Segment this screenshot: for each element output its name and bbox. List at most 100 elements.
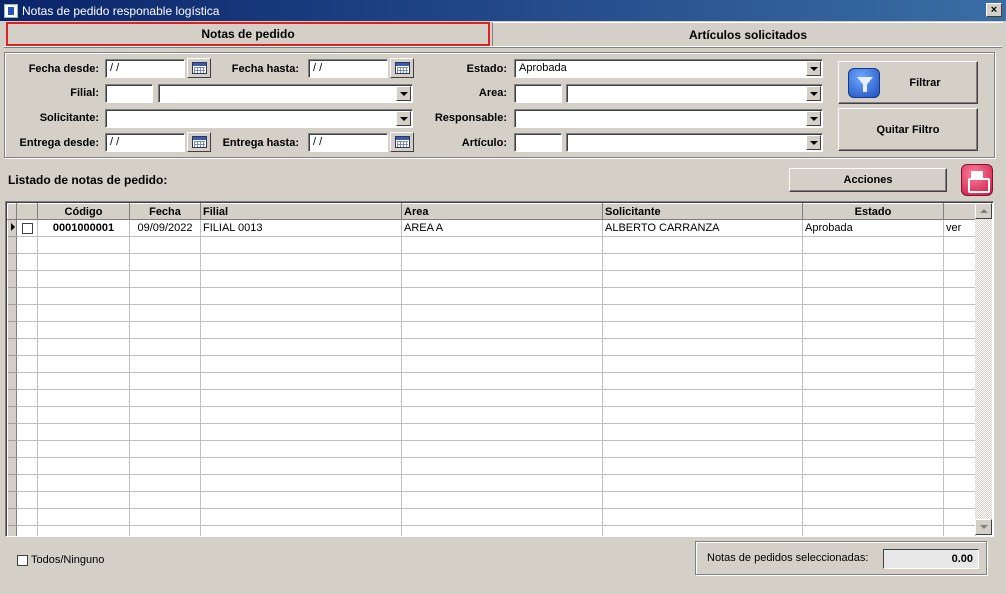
articulo-code-input[interactable]: [514, 133, 562, 152]
empty-cell: [802, 355, 944, 373]
filtrar-button[interactable]: Filtrar: [838, 61, 978, 104]
acciones-label: Acciones: [843, 174, 893, 186]
filtrar-label: Filtrar: [909, 76, 941, 89]
empty-cell: [200, 491, 402, 509]
cell-area[interactable]: AREA A: [401, 219, 603, 237]
empty-cell: [129, 372, 201, 390]
scroll-up-button[interactable]: [975, 203, 992, 219]
tab-notas-de-pedido[interactable]: Notas de pedido: [6, 22, 490, 46]
empty-cell: [401, 338, 603, 356]
estado-select[interactable]: Aprobada: [514, 59, 823, 78]
empty-row: [7, 287, 976, 305]
cell-filial[interactable]: FILIAL 0013: [200, 219, 402, 237]
empty-cell: [200, 270, 402, 288]
empty-cell: [16, 270, 38, 288]
area-code-input[interactable]: [514, 84, 562, 103]
filial-label: Filial:: [70, 87, 99, 99]
empty-cell: [37, 508, 130, 526]
calendar-icon: [192, 62, 207, 74]
vertical-scrollbar[interactable]: [975, 203, 992, 535]
quitar-filtro-button[interactable]: Quitar Filtro: [838, 108, 978, 151]
empty-cell: [7, 338, 17, 356]
printer-icon[interactable]: [961, 164, 993, 196]
chevron-down-icon[interactable]: [806, 135, 821, 150]
empty-cell: [16, 253, 38, 271]
tab-divider: [4, 46, 1002, 48]
empty-cell: [16, 338, 38, 356]
column-header-estado[interactable]: Estado: [802, 203, 944, 220]
empty-cell: [802, 338, 944, 356]
fecha-desde-input[interactable]: / /: [105, 59, 185, 78]
scroll-down-button[interactable]: [975, 519, 992, 535]
empty-cell: [37, 423, 130, 441]
column-header-solicitante[interactable]: Solicitante: [602, 203, 803, 220]
empty-cell: [802, 491, 944, 509]
chevron-down-icon[interactable]: [806, 61, 821, 76]
area-label: Area:: [478, 87, 507, 99]
empty-cell: [943, 287, 976, 305]
empty-cell: [200, 474, 402, 492]
empty-cell: [943, 525, 976, 536]
empty-cell: [7, 287, 17, 305]
selected-summary: Notas de pedidos seleccionadas: 0.00: [695, 541, 987, 575]
row-pointer-icon: [10, 223, 15, 231]
cell-estado[interactable]: Aprobada: [802, 219, 944, 237]
empty-row: [7, 372, 976, 390]
acciones-button[interactable]: Acciones: [789, 168, 947, 192]
area-select[interactable]: [566, 84, 823, 103]
cell-solicitante[interactable]: ALBERTO CARRANZA: [602, 219, 803, 237]
empty-row: [7, 338, 976, 356]
empty-cell: [200, 236, 402, 254]
chevron-down-icon[interactable]: [396, 86, 411, 101]
filial-select[interactable]: [158, 84, 413, 103]
empty-cell: [943, 508, 976, 526]
empty-cell: [802, 287, 944, 305]
empty-cell: [200, 287, 402, 305]
fecha-desde-calendar-button[interactable]: [187, 58, 211, 78]
empty-cell: [802, 236, 944, 254]
empty-cell: [7, 304, 17, 322]
entrega-hasta-calendar-button[interactable]: [390, 132, 414, 152]
cell-fecha[interactable]: 09/09/2022: [129, 219, 201, 237]
row-checkbox[interactable]: [21, 222, 33, 234]
tab-articulos-solicitados[interactable]: Artículos solicitados: [492, 22, 1003, 46]
empty-cell: [129, 440, 201, 458]
cell-codigo[interactable]: 0001000001: [37, 219, 130, 237]
ver-link[interactable]: ver: [943, 219, 976, 237]
funnel-icon: [848, 68, 880, 98]
column-header-fecha[interactable]: Fecha: [129, 203, 201, 220]
empty-cell: [129, 406, 201, 424]
empty-cell: [37, 389, 130, 407]
empty-cell: [16, 440, 38, 458]
empty-cell: [602, 406, 803, 424]
responsable-select[interactable]: [514, 109, 823, 128]
empty-cell: [401, 406, 603, 424]
empty-cell: [16, 389, 38, 407]
column-header-filial[interactable]: Filial: [200, 203, 402, 220]
fecha-hasta-input[interactable]: / /: [308, 59, 388, 78]
entrega-hasta-input[interactable]: / /: [308, 133, 388, 152]
table-row[interactable]: 0001000001 09/09/2022 FILIAL 0013 AREA A…: [7, 219, 976, 237]
articulo-select[interactable]: [566, 133, 823, 152]
filial-code-input[interactable]: [105, 84, 153, 103]
responsable-label: Responsable:: [434, 112, 507, 124]
todos-ninguno-toggle[interactable]: Todos/Ninguno: [17, 554, 104, 566]
entrega-desde-calendar-button[interactable]: [187, 132, 211, 152]
solicitante-select[interactable]: [105, 109, 413, 128]
chevron-down-icon[interactable]: [806, 86, 821, 101]
empty-cell: [602, 236, 803, 254]
window-title: Notas de pedido responable logística: [22, 3, 220, 18]
todos-ninguno-checkbox[interactable]: [17, 554, 28, 566]
column-header-area[interactable]: Area: [401, 203, 603, 220]
empty-cell: [200, 355, 402, 373]
chevron-down-icon[interactable]: [806, 111, 821, 126]
close-button[interactable]: ×: [986, 3, 1002, 17]
empty-cell: [7, 389, 17, 407]
chevron-down-icon[interactable]: [396, 111, 411, 126]
empty-cell: [7, 525, 17, 536]
fecha-hasta-calendar-button[interactable]: [390, 58, 414, 78]
column-header-codigo[interactable]: Código: [37, 203, 130, 220]
entrega-desde-input[interactable]: / /: [105, 133, 185, 152]
empty-cell: [37, 338, 130, 356]
empty-cell: [16, 372, 38, 390]
